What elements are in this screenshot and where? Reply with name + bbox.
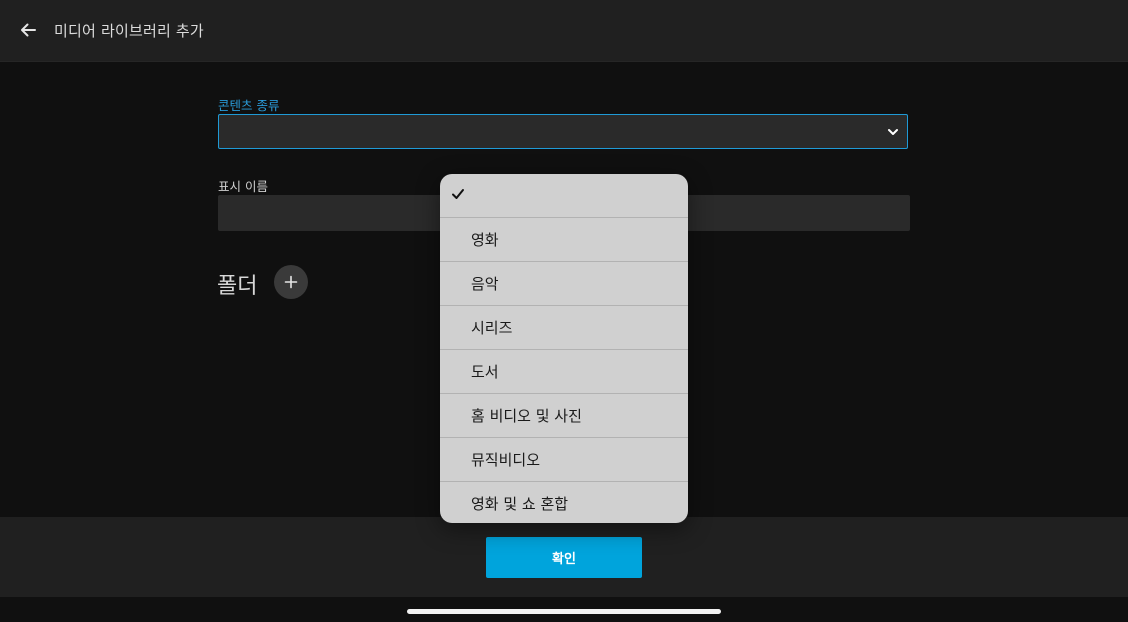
plus-icon	[284, 275, 298, 289]
dropdown-option-mixed[interactable]: 영화 및 쇼 혼합	[440, 482, 688, 523]
app-header: 미디어 라이브러리 추가	[0, 0, 1128, 62]
chevron-down-icon	[888, 129, 898, 135]
folders-heading: 폴더	[217, 274, 258, 299]
home-indicator	[407, 609, 721, 614]
dropdown-option-label: 시리즈	[471, 319, 513, 337]
dropdown-option-label: 영화 및 쇼 혼합	[471, 495, 569, 513]
display-name-label: 표시 이름	[218, 179, 268, 194]
dropdown-option-home-videos[interactable]: 홈 비디오 및 사진	[440, 394, 688, 438]
dropdown-option-label: 영화	[471, 231, 499, 249]
dropdown-option-label: 도서	[471, 363, 499, 381]
page-title: 미디어 라이브러리 추가	[54, 22, 204, 40]
confirm-button[interactable]: 확인	[486, 537, 642, 578]
dropdown-option-label: 뮤직비디오	[471, 451, 541, 469]
dropdown-option-books[interactable]: 도서	[440, 350, 688, 394]
add-folder-button[interactable]	[274, 265, 308, 299]
dropdown-option-series[interactable]: 시리즈	[440, 306, 688, 350]
dropdown-option-movies[interactable]: 영화	[440, 218, 688, 262]
dropdown-option-music-videos[interactable]: 뮤직비디오	[440, 438, 688, 482]
checkmark-icon	[452, 189, 464, 199]
dropdown-option-empty[interactable]	[440, 174, 688, 218]
arrow-left-icon	[21, 23, 36, 37]
dropdown-option-label: 홈 비디오 및 사진	[471, 407, 582, 425]
content-type-select[interactable]	[218, 114, 908, 149]
dropdown-option-label: 음악	[471, 275, 499, 293]
content-type-label: 콘텐츠 종류	[218, 98, 280, 113]
back-button[interactable]	[14, 16, 42, 44]
content-type-dropdown: 영화 음악 시리즈 도서 홈 비디오 및 사진 뮤직비디오 영화 및 쇼 혼합	[440, 174, 688, 523]
dropdown-option-music[interactable]: 음악	[440, 262, 688, 306]
